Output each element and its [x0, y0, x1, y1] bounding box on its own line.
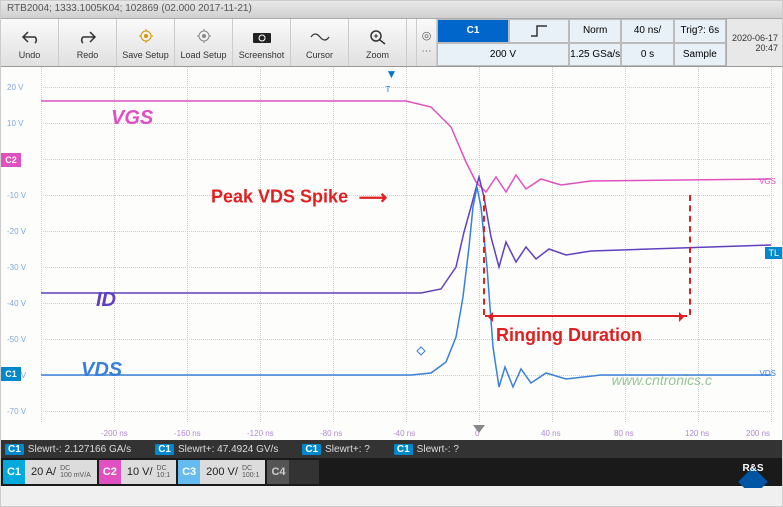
horizontal-position[interactable]: 0 s [621, 43, 673, 67]
svg-text:R&S: R&S [742, 463, 763, 474]
redo-button[interactable]: Redo [59, 19, 117, 66]
device-model: RTB2004; 1333.1005K04; 102869 (02.000 20… [7, 3, 252, 16]
timebase-value[interactable]: 40 ns/ [621, 19, 673, 43]
target-center-icon[interactable]: ◎ [422, 29, 432, 42]
screenshot-button[interactable]: Screenshot [233, 19, 291, 66]
acquisition-mode[interactable]: Sample [674, 43, 726, 67]
measurement-bar: C1Slewrt-: 2.127166 GA/s C1Slewrt+: 47.4… [1, 440, 782, 458]
vds-right-label: VDS [760, 369, 776, 378]
trigger-level[interactable]: 200 V [437, 43, 569, 67]
channel-2-button[interactable]: C2 10 V/DC10:1 [99, 460, 176, 484]
menu-dots-icon[interactable]: ⋯ [422, 46, 432, 57]
ringing-end-line [689, 195, 691, 315]
cursor-icon [310, 26, 330, 48]
trigger-source-selector[interactable]: C1 [437, 19, 509, 43]
ch1-ground-marker[interactable]: C1 [1, 367, 21, 381]
waveform-display[interactable]: ▼T 20 V 10 V 0 V -10 V -20 V -30 V -40 V… [1, 67, 782, 440]
measurement-4[interactable]: C1Slewrt-: ? [394, 444, 459, 455]
title-bar: RTB2004; 1333.1005K04; 102869 (02.000 20… [1, 1, 782, 19]
ringing-duration-annotation: Ringing Duration [496, 325, 642, 346]
save-icon [137, 26, 155, 48]
undo-button[interactable]: Undo [1, 19, 59, 66]
measurement-1[interactable]: C1Slewrt-: 2.127166 GA/s [5, 444, 131, 455]
load-icon [195, 26, 213, 48]
redo-icon [79, 26, 97, 48]
channel-3-button[interactable]: C3 200 V/DC100:1 [178, 460, 265, 484]
camera-icon [252, 26, 272, 48]
rohde-schwarz-logo-icon: R&S [732, 446, 774, 488]
peak-vds-annotation: Peak VDS Spike ⟶ [211, 185, 387, 210]
measurement-2[interactable]: C1Slewrt+: 47.4924 GV/s [155, 444, 278, 455]
cursor-button[interactable]: Cursor [291, 19, 349, 66]
toolbar: Undo Redo Save Setup Load Setup Screensh… [1, 19, 782, 67]
arrow-right-icon: ⟶ [353, 185, 387, 210]
vgs-trace-label: VGS [111, 107, 153, 130]
date-time-display: 2020-06-17 20:47 [726, 19, 782, 66]
id-trace-label: ID [96, 289, 116, 312]
trigger-position-marker[interactable]: ▼T [386, 67, 398, 95]
sample-rate[interactable]: 1.25 GSa/s [569, 43, 621, 67]
zoom-button[interactable]: Zoom [349, 19, 407, 66]
measurement-3[interactable]: C1Slewrt+: ? [302, 444, 370, 455]
ch2-ground-marker[interactable]: C2 [1, 153, 21, 167]
channel-4-button[interactable]: C4 [267, 460, 319, 484]
ringing-range-arrow [485, 315, 687, 317]
save-setup-button[interactable]: Save Setup [117, 19, 175, 66]
watermark-text: www.cntronics.c [612, 372, 712, 388]
rising-edge-icon [529, 24, 549, 38]
horizontal-panel: C1 Norm 40 ns/ Trig?: 6s 200 V 1.25 GSa/… [437, 19, 726, 66]
load-setup-button[interactable]: Load Setup [175, 19, 233, 66]
undo-icon [21, 26, 39, 48]
channel-1-button[interactable]: C1 20 A/DC100 mV/A [3, 460, 97, 484]
trigger-status[interactable]: Trig?: 6s [674, 19, 726, 43]
channel-bar: C1 20 A/DC100 mV/A C2 10 V/DC10:1 C3 200… [1, 458, 782, 486]
ringing-start-line [483, 195, 485, 315]
zoom-icon [369, 26, 387, 48]
trigger-level-marker[interactable]: TL [765, 247, 782, 259]
vgs-right-label: VGS [759, 177, 776, 186]
trigger-edge-selector[interactable] [509, 19, 569, 43]
vds-trace-label: VDS [81, 359, 122, 382]
trigger-mode[interactable]: Norm [569, 19, 621, 43]
